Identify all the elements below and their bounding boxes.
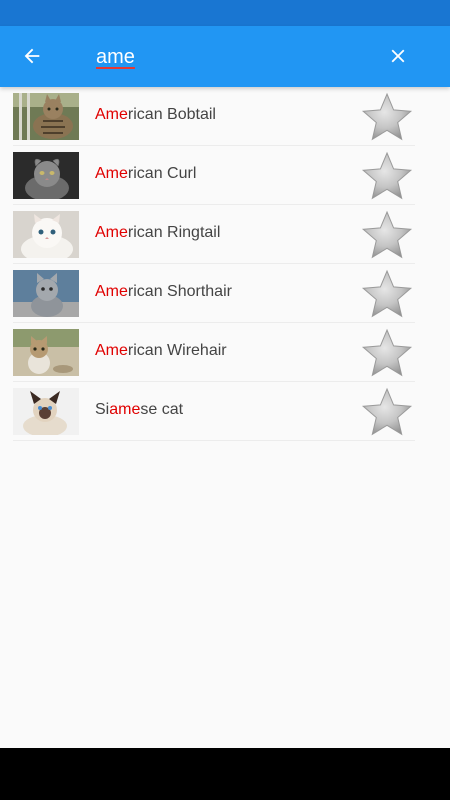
list-item[interactable]: Siamese cat — [0, 382, 450, 441]
cat-thumbnail — [13, 211, 79, 258]
arrow-back-icon — [24, 48, 40, 64]
star-icon — [361, 387, 413, 436]
list-item[interactable]: American Shorthair — [0, 264, 450, 323]
cat-thumbnail — [13, 270, 79, 317]
favorite-button[interactable] — [361, 92, 413, 142]
cat-name: American Ringtail — [95, 224, 221, 241]
search-match-highlight: Ame — [95, 106, 128, 123]
search-toolbar — [0, 26, 450, 87]
close-icon — [391, 49, 405, 63]
list-item[interactable]: American Ringtail — [0, 205, 450, 264]
star-icon — [361, 92, 413, 141]
list-item[interactable]: American Curl — [0, 146, 450, 205]
star-icon — [361, 269, 413, 318]
search-match-highlight: Ame — [95, 342, 128, 359]
star-icon — [361, 328, 413, 377]
cat-name: American Wirehair — [95, 342, 227, 359]
search-results-list: American Bobtail American Curl American … — [0, 87, 450, 441]
search-match-highlight: ame — [109, 401, 141, 418]
cat-thumbnail — [13, 388, 79, 435]
search-match-highlight: Ame — [95, 283, 128, 300]
status-bar — [0, 0, 450, 26]
favorite-button[interactable] — [361, 328, 413, 378]
star-icon — [361, 151, 413, 200]
favorite-button[interactable] — [361, 151, 413, 201]
back-button[interactable] — [14, 38, 50, 74]
cat-thumbnail — [13, 152, 79, 199]
star-icon — [361, 210, 413, 259]
clear-search-button[interactable] — [380, 38, 416, 74]
list-item[interactable]: American Wirehair — [0, 323, 450, 382]
cat-name: American Curl — [95, 165, 197, 182]
system-navigation-bar — [0, 748, 450, 800]
list-item[interactable]: American Bobtail — [0, 87, 450, 146]
cat-thumbnail — [13, 93, 79, 140]
favorite-button[interactable] — [361, 269, 413, 319]
favorite-button[interactable] — [361, 387, 413, 437]
search-match-highlight: Ame — [95, 224, 128, 241]
search-input[interactable] — [96, 40, 336, 74]
cat-name: Siamese cat — [95, 401, 184, 418]
favorite-button[interactable] — [361, 210, 413, 260]
cat-name: American Bobtail — [95, 106, 216, 123]
divider — [13, 440, 415, 441]
cat-name: American Shorthair — [95, 283, 232, 300]
cat-thumbnail — [13, 329, 79, 376]
search-match-highlight: Ame — [95, 165, 128, 182]
